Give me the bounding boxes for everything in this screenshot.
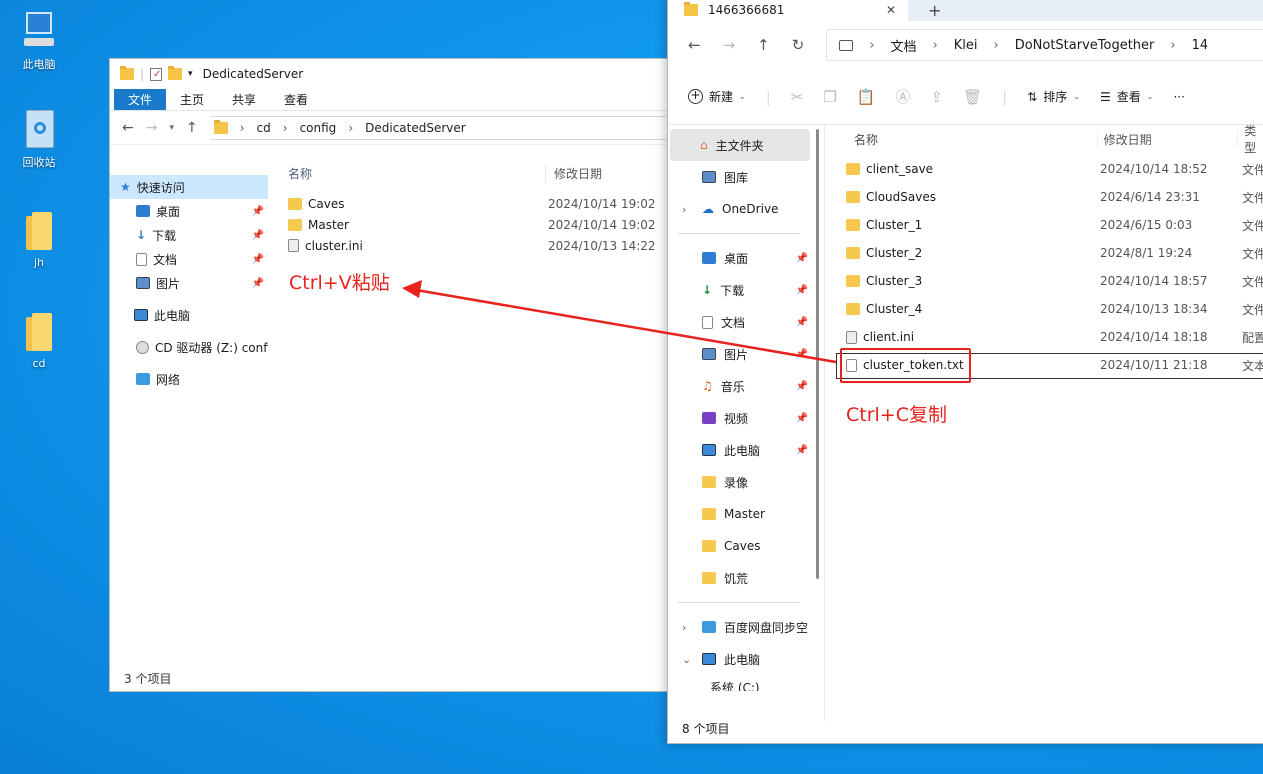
annotation-copy-label: Ctrl+C复制	[846, 404, 947, 426]
annotation-paste-label: Ctrl+V粘贴	[289, 272, 390, 294]
annotation-arrow	[402, 280, 837, 364]
